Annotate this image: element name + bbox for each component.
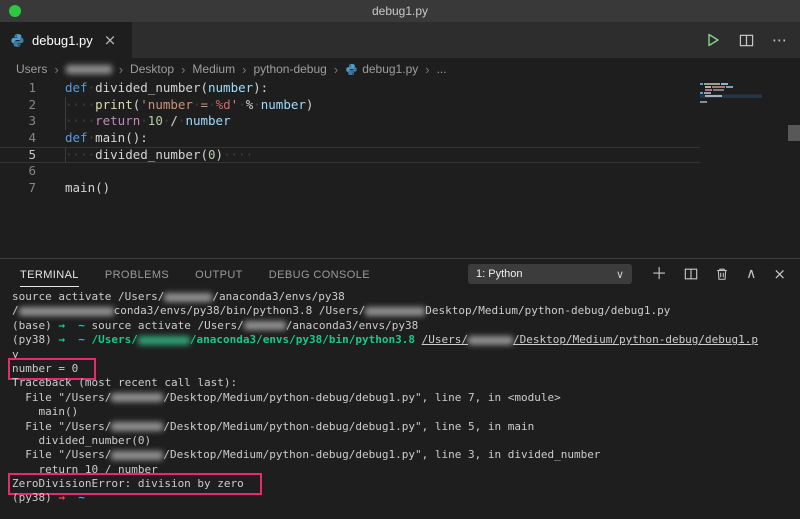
redacted-text (468, 336, 513, 345)
breadcrumb-item[interactable]: debug1.py (345, 62, 418, 76)
breadcrumb-separator-icon: › (334, 62, 338, 77)
terminal-output[interactable]: source activate /Users//anaconda3/envs/p… (12, 290, 796, 506)
code-line[interactable]: 7main() (0, 180, 700, 197)
line-number: 7 (0, 180, 36, 197)
window-zoom-button[interactable] (9, 5, 21, 17)
tab-close-icon[interactable]: × (104, 31, 117, 49)
terminal-line: divided_number(0) (12, 434, 796, 448)
editor-actions: ⋯ (705, 22, 788, 58)
line-number: 2 (0, 97, 36, 114)
file-link[interactable]: /Users/ (422, 333, 468, 346)
panel-header: TERMINAL PROBLEMS OUTPUT DEBUG CONSOLE 1: P… (0, 259, 800, 289)
minimap-slider[interactable] (788, 125, 800, 141)
breadcrumb-item[interactable]: Desktop (130, 62, 174, 76)
code-line[interactable]: 4def·main(): (0, 130, 700, 147)
terminal-line: number = 0 (12, 362, 796, 376)
breadcrumb-separator-icon: › (425, 62, 429, 77)
code-line[interactable]: 2····print('number·=·%d'·%·number) (0, 97, 700, 114)
breadcrumb-separator-icon: › (119, 62, 123, 77)
minimap[interactable] (700, 82, 762, 132)
python-file-icon (10, 33, 25, 48)
more-actions-icon[interactable]: ⋯ (772, 31, 788, 49)
redacted-text (19, 307, 114, 316)
terminal-line: File "/Users//Desktop/Medium/python-debu… (12, 448, 796, 462)
split-editor-icon[interactable] (739, 33, 754, 48)
breadcrumb-item[interactable]: ... (437, 62, 447, 76)
terminal-line: y (12, 348, 796, 362)
terminal-line: (py38) → ~ /Users//anaconda3/envs/py38/b… (12, 333, 796, 347)
code-line[interactable]: 5····divided_number(0)···· (0, 147, 700, 164)
file-link[interactable]: /Desktop/Medium/python-debug/debug1.p (513, 333, 758, 346)
terminal-line: ZeroDivisionError: division by zero (12, 477, 796, 491)
vscode-window: debug1.py debug1.py × ⋯ Users › › Desktop › M… (0, 0, 800, 519)
kill-terminal-trash-icon[interactable] (715, 267, 729, 281)
run-file-icon[interactable] (705, 32, 721, 48)
code-editor[interactable]: 1def·divided_number(number):2····print('… (0, 80, 700, 258)
close-panel-icon[interactable]: × (773, 267, 786, 282)
panel-tab-debug-console[interactable]: DEBUG CONSOLE (269, 262, 370, 287)
terminal-line: (base) → ~ source activate /Users//anaco… (12, 319, 796, 333)
tab-debug1-py[interactable]: debug1.py × (0, 22, 132, 58)
line-number: 6 (0, 163, 36, 180)
redacted-text (111, 422, 163, 431)
breadcrumb-separator-icon: › (181, 62, 185, 77)
code-line[interactable]: 3····return·10·/·number (0, 113, 700, 130)
code-line[interactable]: 1def·divided_number(number): (0, 80, 700, 97)
highlight-annotation-box: ZeroDivisionError: division by zero (12, 477, 258, 491)
window-title: debug1.py (372, 4, 428, 18)
indent-guide (65, 113, 66, 130)
redacted-text (111, 451, 163, 460)
breadcrumb-separator-icon: › (242, 62, 246, 77)
terminal-line: Traceback (most recent call last): (12, 376, 796, 390)
breadcrumb-item[interactable]: Users (16, 62, 47, 76)
panel-tab-terminal[interactable]: TERMINAL (20, 262, 79, 287)
breadcrumb[interactable]: Users › › Desktop › Medium › python-debug › debu… (16, 58, 800, 80)
redacted-text (365, 307, 425, 316)
editor-tab-bar: debug1.py × (0, 22, 800, 58)
indent-guide (65, 97, 66, 114)
terminal-line: main() (12, 405, 796, 419)
terminal-selector-dropdown[interactable]: 1: Python ∨ (468, 264, 632, 284)
redacted-text (66, 65, 112, 74)
title-bar: debug1.py (0, 0, 800, 22)
chevron-down-icon: ∨ (616, 268, 624, 281)
terminal-line: /conda3/envs/py38/bin/python3.8 /Users/D… (12, 304, 796, 318)
maximize-panel-icon[interactable]: ∧ (746, 267, 756, 281)
breadcrumb-item[interactable] (66, 65, 112, 74)
line-number: 1 (0, 80, 36, 97)
line-number: 5 (0, 148, 36, 163)
terminal-line: File "/Users//Desktop/Medium/python-debu… (12, 420, 796, 434)
redacted-text (244, 321, 286, 330)
split-terminal-icon[interactable] (684, 267, 698, 281)
terminal-line: (py38) → ~ (12, 491, 796, 505)
terminal-line: source activate /Users//anaconda3/envs/p… (12, 290, 796, 304)
redacted-text (138, 336, 190, 345)
redacted-text (164, 293, 212, 302)
python-icon (345, 63, 358, 76)
line-number: 3 (0, 113, 36, 130)
panel-action-icons: ＋ ∧ × (651, 259, 786, 289)
panel-tab-problems[interactable]: PROBLEMS (105, 262, 169, 287)
bottom-panel: TERMINAL PROBLEMS OUTPUT DEBUG CONSOLE 1: P… (0, 258, 800, 519)
line-number: 4 (0, 130, 36, 147)
terminal-selector-value: 1: Python (476, 268, 616, 280)
redacted-text (111, 393, 163, 402)
tab-label: debug1.py (32, 33, 93, 48)
indent-guide (65, 148, 66, 163)
code-line[interactable]: 6 (0, 163, 700, 180)
new-terminal-icon[interactable]: ＋ (651, 266, 667, 282)
highlight-annotation-box: number = 0 (12, 362, 92, 376)
breadcrumb-item[interactable]: Medium (192, 62, 235, 76)
breadcrumb-separator-icon: › (54, 62, 58, 77)
breadcrumb-item[interactable]: python-debug (253, 62, 326, 76)
terminal-line: return 10 / number (12, 463, 796, 477)
terminal-line: File "/Users//Desktop/Medium/python-debu… (12, 391, 796, 405)
panel-tab-output[interactable]: OUTPUT (195, 262, 243, 287)
